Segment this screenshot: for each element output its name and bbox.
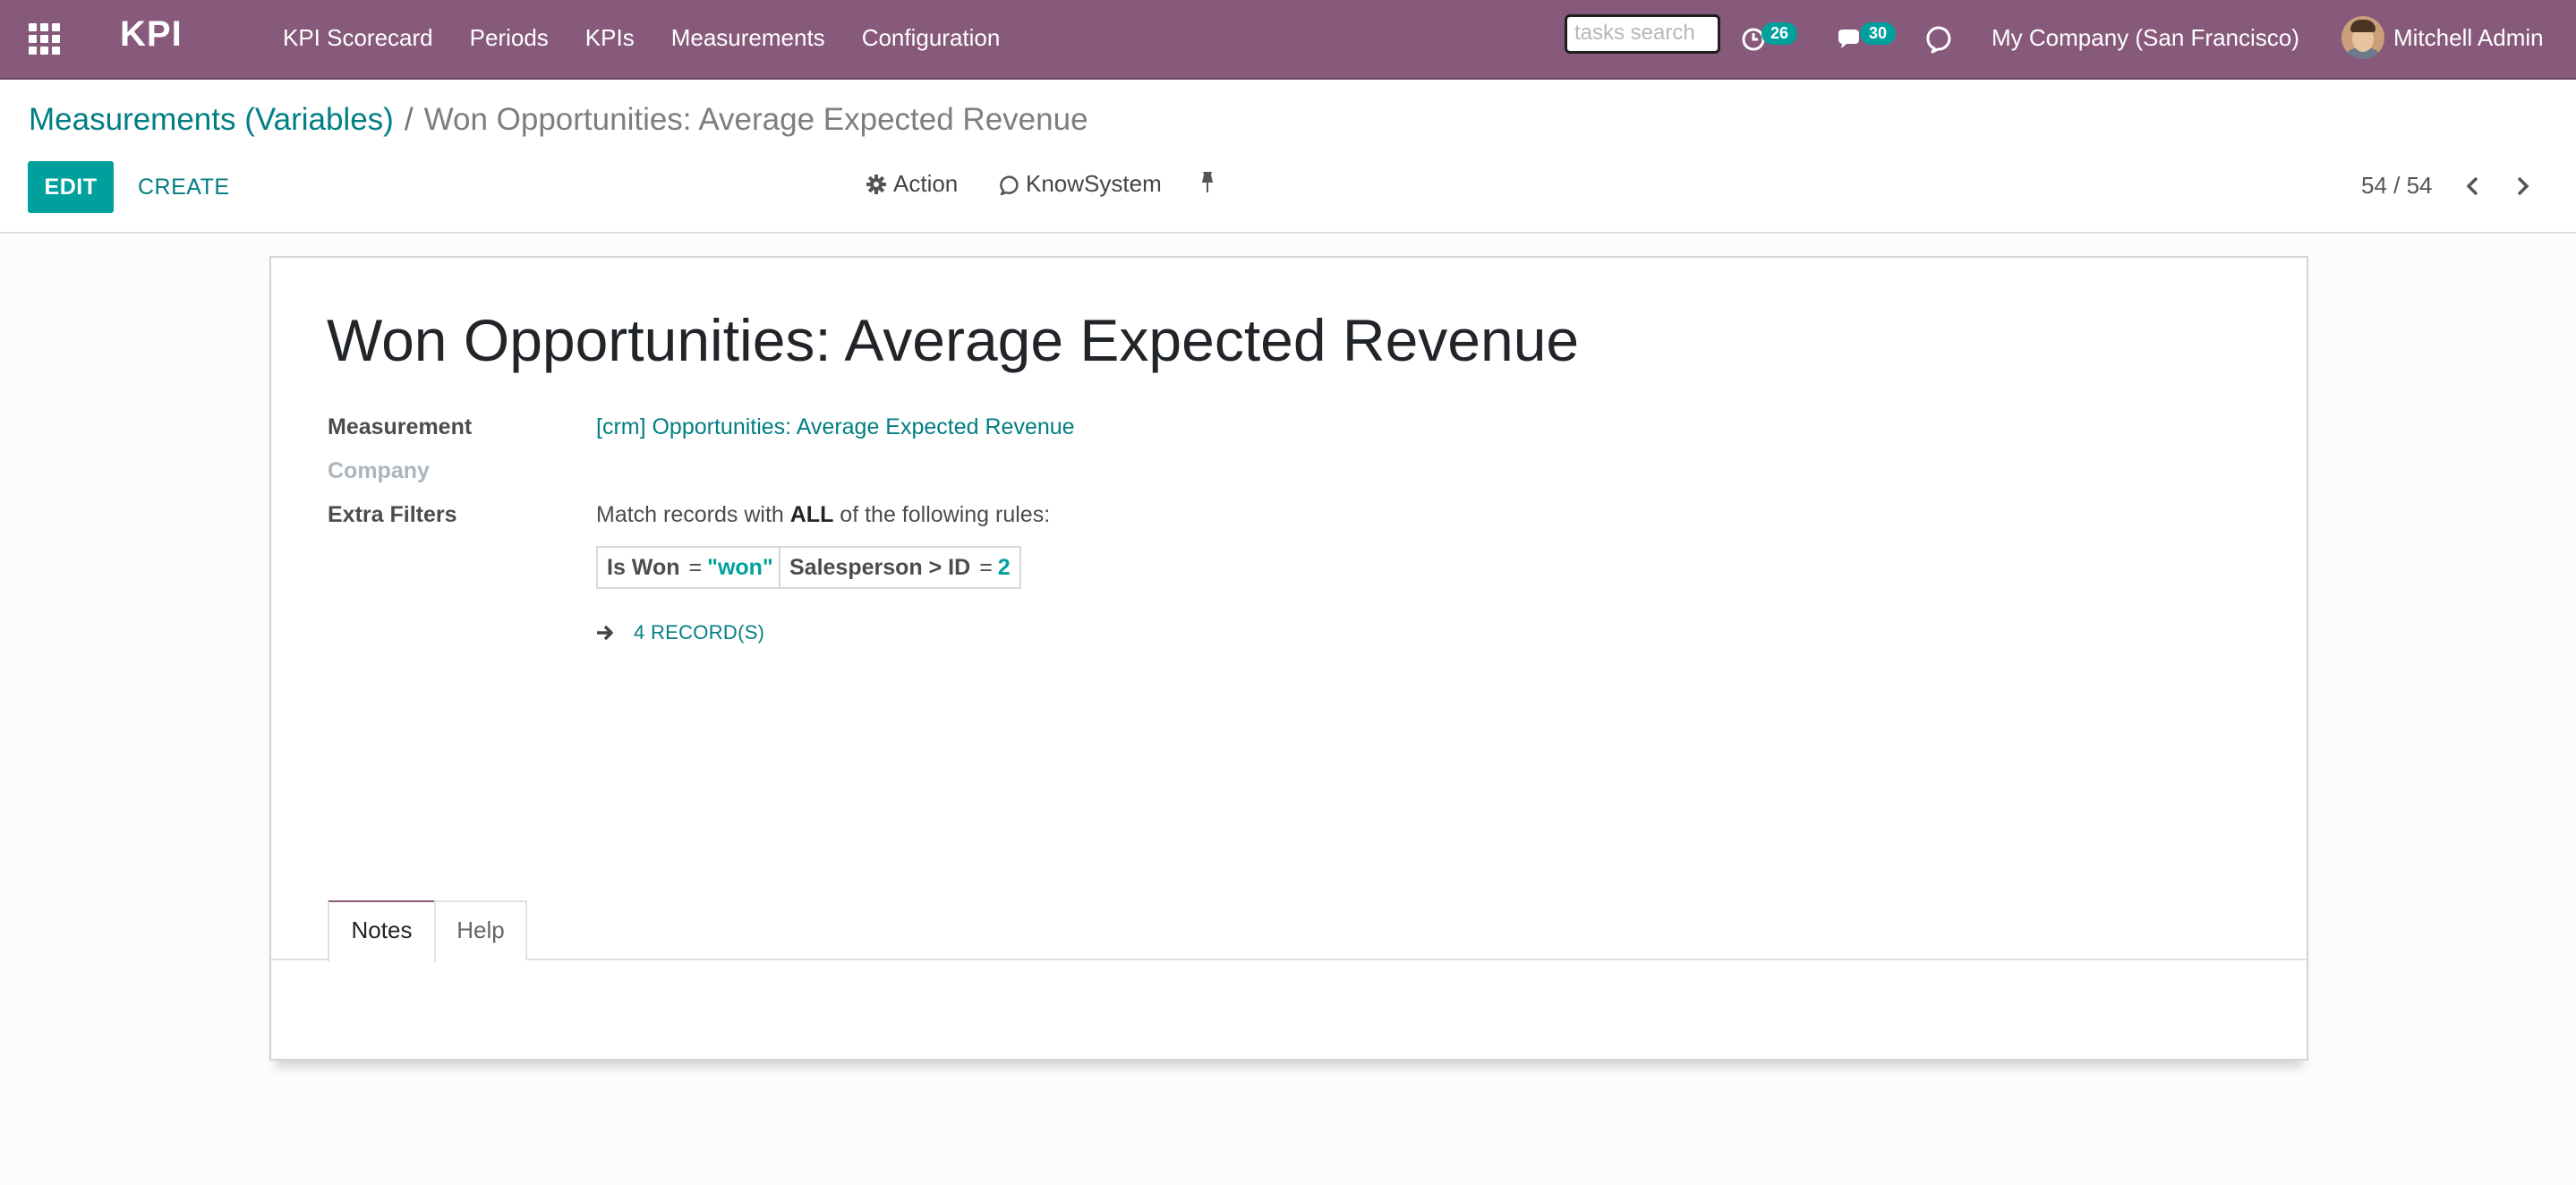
menu-kpi-scorecard[interactable]: KPI Scorecard <box>283 24 433 52</box>
activity-badge: 26 <box>1761 21 1798 45</box>
messaging-systray[interactable]: 30 <box>1835 21 1897 57</box>
knowsystem-icon <box>1926 26 1951 54</box>
tab-help[interactable]: Help <box>434 900 527 960</box>
rule-operator: = <box>979 555 993 580</box>
gear-icon <box>866 174 886 194</box>
apps-menu-icon[interactable] <box>29 23 61 55</box>
user-menu[interactable]: Mitchell Admin <box>2341 16 2544 59</box>
pager-value[interactable]: 54 / 54 <box>2361 172 2433 200</box>
pager-next-button[interactable] <box>2509 170 2536 202</box>
menu-measurements[interactable]: Measurements <box>671 24 825 52</box>
breadcrumb: Measurements (Variables) / Won Opportuniti… <box>29 102 1088 138</box>
measurement-link[interactable]: [crm] Opportunities: Average Expected Re… <box>596 414 1075 440</box>
action-dropdown[interactable]: Action <box>865 170 958 198</box>
user-name: Mitchell Admin <box>2393 23 2544 51</box>
chevron-left-icon <box>2466 176 2478 196</box>
form-sheet <box>269 256 2308 1061</box>
company-switcher[interactable]: My Company (San Francisco) <box>1992 24 2299 52</box>
measurement-label: Measurement <box>328 414 473 439</box>
knowsystem-label: KnowSystem <box>1026 170 1162 197</box>
breadcrumb-parent[interactable]: Measurements (Variables) <box>29 102 394 137</box>
knowsystem-systray[interactable] <box>1926 21 1957 57</box>
tab-notes[interactable]: Notes <box>328 900 436 962</box>
arrow-right-icon <box>597 625 613 641</box>
activity-systray[interactable]: 26 <box>1740 21 1798 57</box>
tasks-search-input[interactable]: tasks search <box>1565 14 1720 54</box>
thumbtack-icon <box>1202 172 1213 192</box>
rules-description: Match records with ALL of the following … <box>596 502 1050 528</box>
menu-kpis[interactable]: KPIs <box>585 24 635 52</box>
menu-periods[interactable]: Periods <box>470 24 549 52</box>
main-menu: KPI Scorecard Periods KPIs Measurements … <box>283 24 1036 52</box>
extra-filters-label: Extra Filters <box>328 502 457 527</box>
rule-value: "won" <box>707 555 773 580</box>
records-count: 4 RECORD(S) <box>634 621 765 644</box>
records-link[interactable]: 4 RECORD(S) <box>594 621 764 644</box>
action-label: Action <box>893 170 959 197</box>
rules-suffix: of the following rules: <box>833 502 1051 527</box>
filter-rule-is-won: Is Won = "won" <box>596 546 784 589</box>
menu-configuration[interactable]: Configuration <box>862 24 1001 52</box>
avatar <box>2341 16 2384 59</box>
pager-previous-button[interactable] <box>2460 170 2486 202</box>
knowsystem-icon <box>1000 175 1019 195</box>
record-title: Won Opportunities: Average Expected Reve… <box>327 307 1580 373</box>
create-button[interactable]: CREATE <box>132 161 235 213</box>
pin-button[interactable] <box>1198 170 1217 195</box>
filter-rule-salesperson: Salesperson > ID = 2 <box>779 546 1021 589</box>
messages-badge: 30 <box>1860 21 1897 45</box>
rule-value: 2 <box>997 555 1011 580</box>
breadcrumb-separator: / <box>404 102 414 137</box>
rules-prefix: Match records with <box>596 502 790 527</box>
rule-field: Is Won <box>607 555 680 580</box>
knowsystem-button[interactable]: KnowSystem <box>997 170 1162 198</box>
company-label: Company <box>328 458 430 483</box>
notebook-divider <box>271 959 2307 960</box>
breadcrumb-current: Won Opportunities: Average Expected Reve… <box>423 102 1088 137</box>
app-brand[interactable]: KPI <box>120 14 183 55</box>
rule-operator: = <box>688 555 703 580</box>
rules-all: ALL <box>789 502 834 527</box>
top-navbar: KPI KPI Scorecard Periods KPIs Measureme… <box>0 0 2576 80</box>
rule-field: Salesperson > ID <box>789 555 971 580</box>
chevron-right-icon <box>2517 176 2529 196</box>
edit-button[interactable]: EDIT <box>28 161 114 213</box>
